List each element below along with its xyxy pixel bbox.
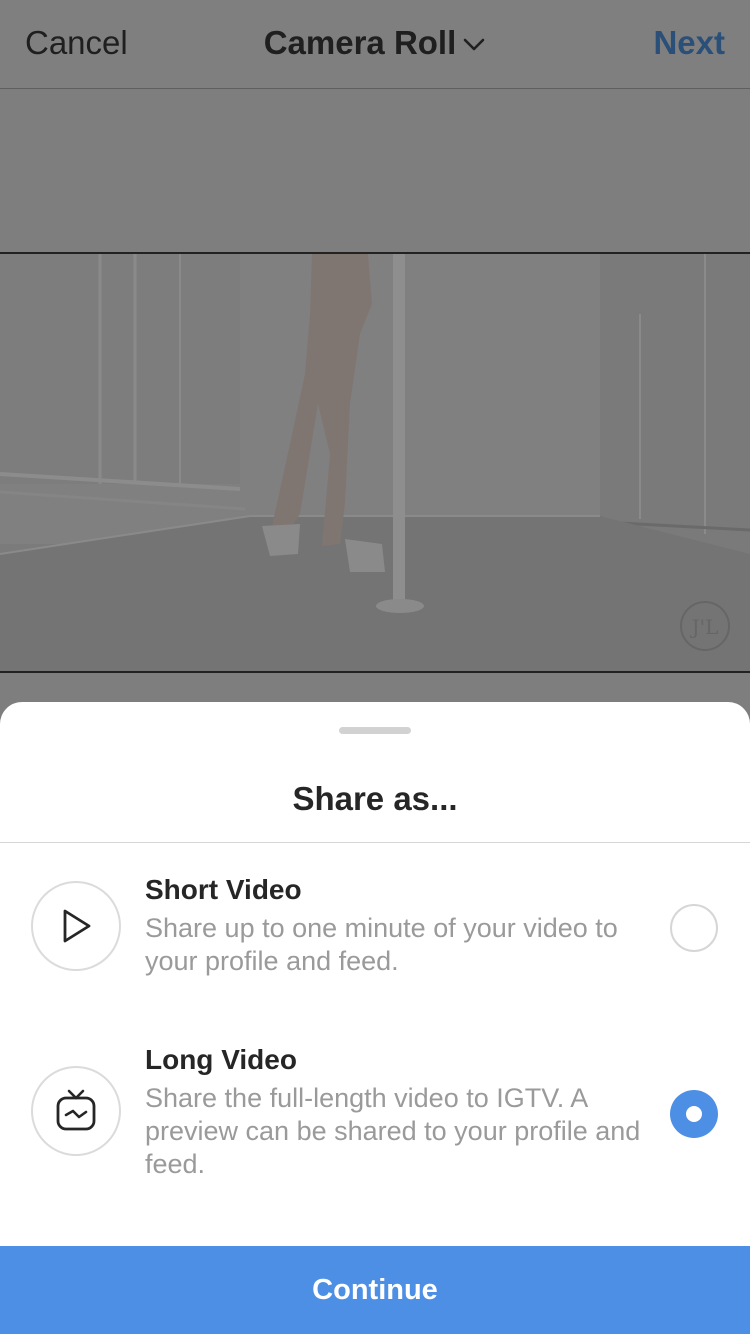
igtv-icon <box>31 1066 121 1156</box>
divider <box>0 842 750 843</box>
svg-text:J'L: J'L <box>690 615 719 639</box>
share-as-sheet: Share as... Short Video Share up to one … <box>0 702 750 1334</box>
sheet-grabber[interactable] <box>339 727 411 734</box>
option-title: Short Video <box>145 874 302 905</box>
share-video-screen: Cancel Camera Roll Next J'L Share as... … <box>0 0 750 1334</box>
option-description: Share up to one minute of your video to … <box>145 913 618 976</box>
next-button[interactable]: Next <box>653 24 725 62</box>
sheet-title: Share as... <box>292 780 458 817</box>
radio-long-video-selected[interactable] <box>670 1090 718 1138</box>
continue-button[interactable]: Continue <box>0 1246 750 1334</box>
top-nav-bar: Cancel Camera Roll Next <box>0 0 750 89</box>
option-long-video[interactable]: Long Video Share the full-length video t… <box>0 1044 750 1204</box>
album-picker[interactable]: Camera Roll <box>0 24 750 62</box>
video-frame-image: J'L <box>0 254 750 671</box>
radio-short-video[interactable] <box>670 904 718 952</box>
option-description: Share the full-length video to IGTV. A p… <box>145 1083 641 1179</box>
chevron-down-icon <box>462 23 486 61</box>
album-title: Camera Roll <box>263 24 457 61</box>
option-title: Long Video <box>145 1044 297 1075</box>
play-icon <box>31 881 121 971</box>
video-preview: J'L <box>0 252 750 673</box>
radio-dot <box>686 1106 702 1122</box>
option-short-video[interactable]: Short Video Share up to one minute of yo… <box>0 874 750 994</box>
